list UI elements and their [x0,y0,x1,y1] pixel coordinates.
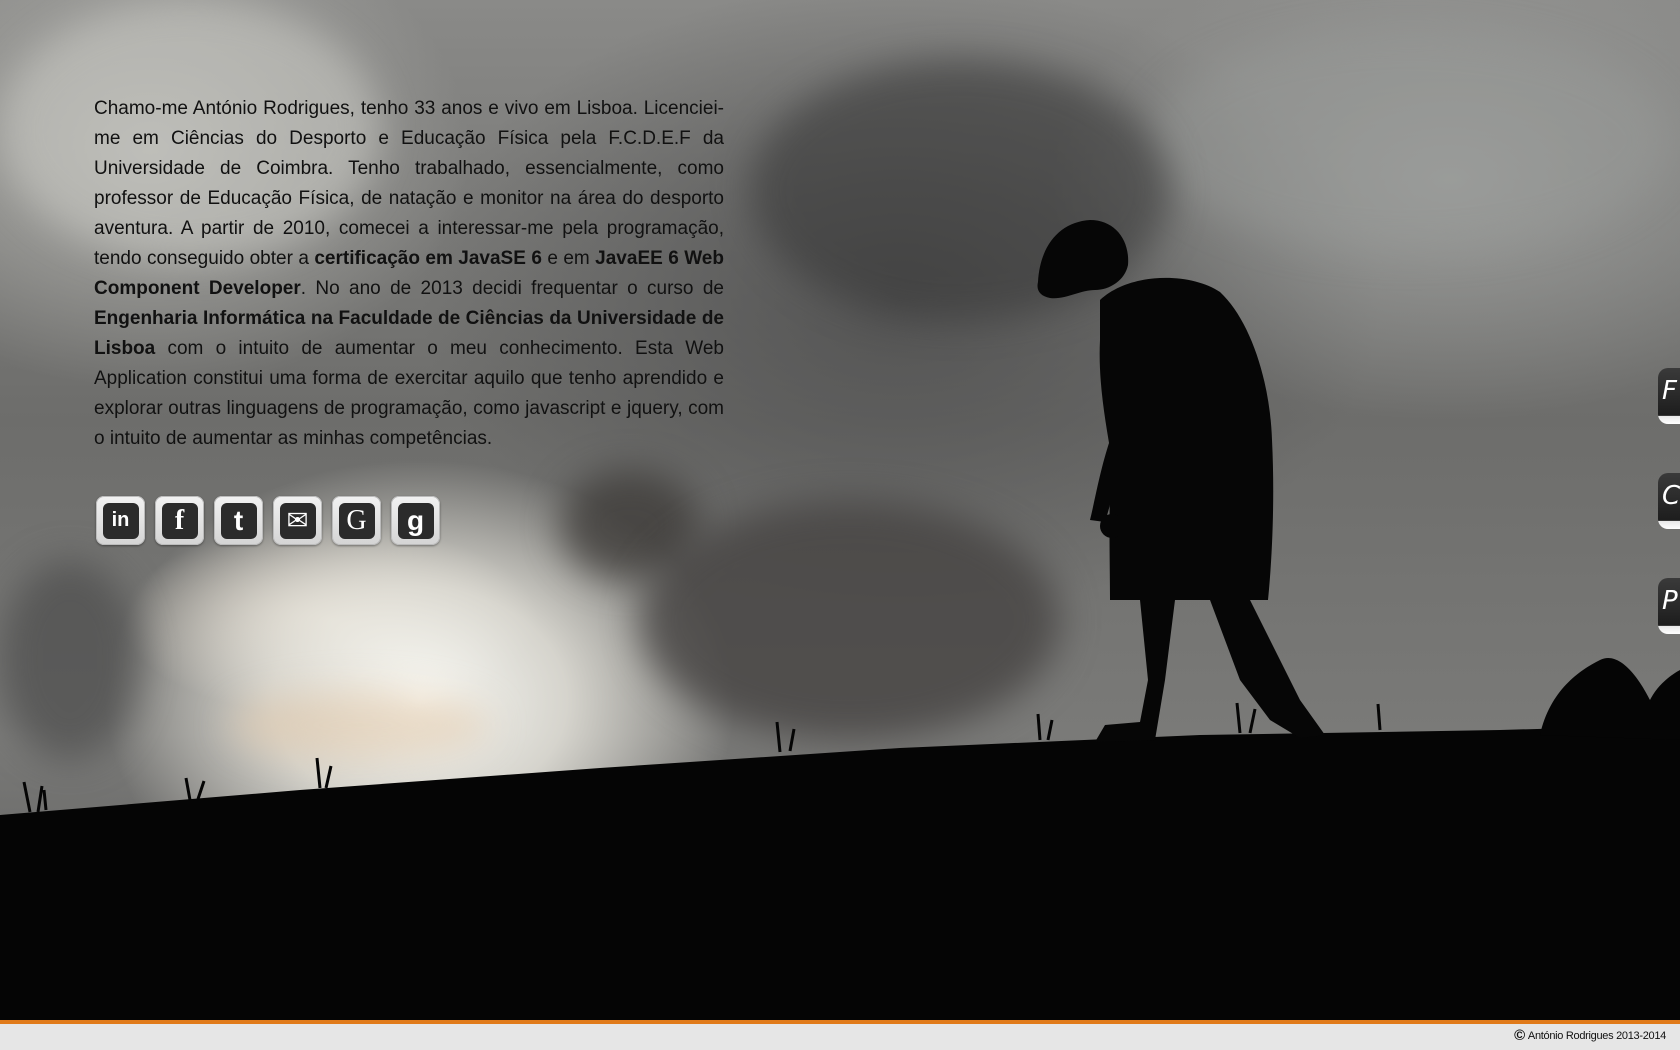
copyright-text: António Rodrigues 2013-2014 [1527,1029,1666,1042]
email-button[interactable]: ✉ [273,496,322,545]
email-icon: ✉ [279,502,316,539]
copyright-icon: © [1514,1027,1525,1044]
google-icon: G [338,502,375,539]
facebook-icon: f [161,502,198,539]
bio-text: . No ano de 2013 decidi frequentar o cur… [300,278,724,299]
social-links: in f t ✉ G g [96,496,440,545]
linkedin-button[interactable]: in [96,496,145,545]
bio-text: Chamo-me António Rodrigues, tenho 33 ano… [94,98,724,269]
side-tab-1[interactable]: F [1658,368,1680,424]
facebook-button[interactable]: f [155,496,204,545]
twitter-button[interactable]: t [214,496,263,545]
bio-highlight-javase: certificação em JavaSE 6 [314,248,542,269]
side-tab-3[interactable]: P [1658,578,1680,634]
footer [0,1024,1680,1050]
linkedin-icon: in [102,502,139,539]
page: Chamo-me António Rodrigues, tenho 33 ano… [0,0,1680,1050]
twitter-icon: t [220,502,257,539]
bio-text: e em [541,248,596,269]
google-plus-button[interactable]: g [391,496,440,545]
google-button[interactable]: G [332,496,381,545]
side-tab-2[interactable]: C [1658,473,1680,529]
bio-paragraph: Chamo-me António Rodrigues, tenho 33 ano… [94,94,724,454]
bio-text: com o intuito de aumentar o meu conhecim… [94,338,724,449]
copyright: © António Rodrigues 2013-2014 [1514,1027,1666,1044]
google-plus-icon: g [397,502,434,539]
